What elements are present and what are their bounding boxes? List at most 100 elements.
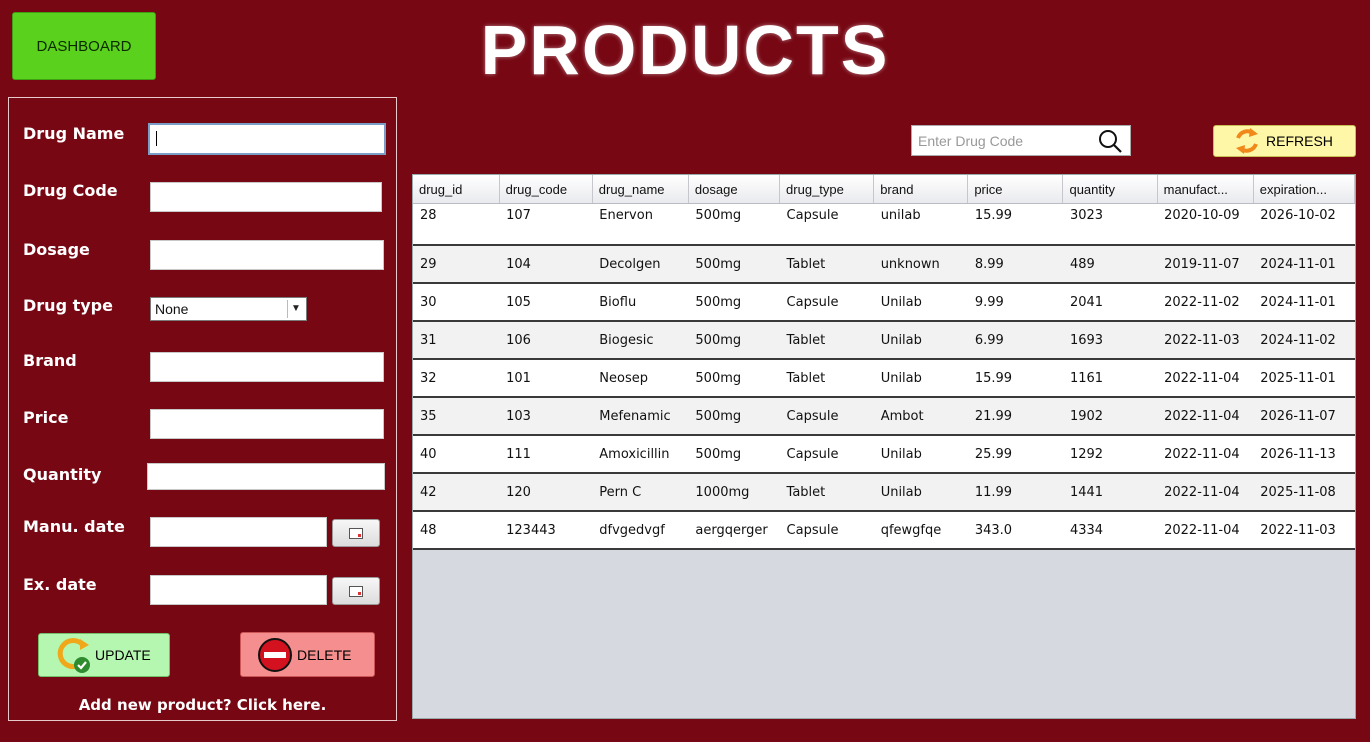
products-table[interactable]: drug_id drug_code drug_name dosage drug_type… xyxy=(412,174,1356,719)
table-header-row: drug_id drug_code drug_name dosage drug_type… xyxy=(413,175,1356,204)
table-cell: 120 xyxy=(499,473,593,512)
ex-date-input[interactable] xyxy=(150,575,327,605)
table-row[interactable]: 35 103 Mefenamic 500mg Capsule Ambot 21.99 1902… xyxy=(413,397,1355,436)
drug-name-input[interactable] xyxy=(148,123,386,155)
table-cell: Unilab xyxy=(873,283,968,322)
table-row[interactable]: 48 123443 dfvgedvgf aergqerger Capsule qfewgf… xyxy=(413,511,1355,550)
brand-input[interactable] xyxy=(150,352,384,382)
delete-button[interactable]: DELETE xyxy=(240,632,375,677)
table-cell: Ambot xyxy=(873,397,968,436)
column-header[interactable]: expiration... xyxy=(1253,175,1356,204)
update-button[interactable]: UPDATE xyxy=(38,633,170,677)
table-cell: 2022-11-04 xyxy=(1157,359,1254,398)
table-cell: 500mg xyxy=(688,283,780,322)
column-header[interactable]: manufact... xyxy=(1157,175,1254,204)
table-row[interactable]: 42 120 Pern C 1000mg Tablet Unilab 11.99 1441 20… xyxy=(413,473,1355,512)
table-cell: 2024-11-01 xyxy=(1253,245,1355,284)
table-cell: Pern C xyxy=(592,473,689,512)
table-cell: Capsule xyxy=(779,511,874,550)
table-cell: 2025-11-01 xyxy=(1253,359,1355,398)
table-row[interactable]: 31 106 Biogesic 500mg Tablet Unilab 6.99 1693 20… xyxy=(413,321,1355,360)
table-cell: unknown xyxy=(873,245,968,284)
quantity-input[interactable] xyxy=(147,463,385,490)
table-cell: Tablet xyxy=(779,359,874,398)
drug-code-input[interactable] xyxy=(150,182,382,212)
quantity-label: Quantity xyxy=(23,465,102,484)
table-cell: 2022-11-04 xyxy=(1157,473,1254,512)
column-header[interactable]: brand xyxy=(873,175,969,204)
table-cell: 105 xyxy=(499,283,593,322)
table-cell: 8.99 xyxy=(967,245,1063,284)
table-cell: 2022-11-03 xyxy=(1157,321,1254,360)
table-row[interactable]: 40 111 Amoxicillin 500mg Capsule Unilab 25.99 1… xyxy=(413,435,1355,474)
manu-date-picker-button[interactable] xyxy=(332,519,380,547)
table-cell: 489 xyxy=(1062,245,1158,284)
search-icon[interactable] xyxy=(1096,127,1124,155)
table-cell: 2026-11-07 xyxy=(1253,397,1355,436)
table-cell: 500mg xyxy=(688,359,780,398)
column-header[interactable]: drug_type xyxy=(779,175,875,204)
manu-date-input[interactable] xyxy=(150,517,327,547)
table-cell: Amoxicillin xyxy=(592,435,689,474)
table-cell: 28 xyxy=(413,203,500,246)
column-header[interactable]: drug_id xyxy=(413,175,500,204)
manu-date-label: Manu. date xyxy=(23,517,125,536)
table-cell: 107 xyxy=(499,203,593,246)
refresh-button-label: REFRESH xyxy=(1266,133,1333,149)
table-cell: unilab xyxy=(873,203,968,246)
table-cell: 2022-11-03 xyxy=(1253,511,1355,550)
table-cell: Capsule xyxy=(779,397,874,436)
refresh-button[interactable]: REFRESH xyxy=(1213,125,1356,157)
table-row[interactable]: 29 104 Decolgen 500mg Tablet unknown 8.99 489 20… xyxy=(413,245,1355,284)
drug-name-label: Drug Name xyxy=(23,124,125,143)
ex-date-picker-button[interactable] xyxy=(332,577,380,605)
no-entry-icon xyxy=(258,637,292,672)
refresh-check-icon xyxy=(57,638,90,673)
table-cell: Unilab xyxy=(873,321,968,360)
table-cell: 106 xyxy=(499,321,593,360)
page-title: PRODUCTS xyxy=(480,11,890,89)
table-cell: qfewgfqe xyxy=(873,511,968,550)
table-cell: 2026-10-02 xyxy=(1253,203,1355,246)
table-row[interactable]: 32 101 Neosep 500mg Tablet Unilab 15.99 1161 202… xyxy=(413,359,1355,398)
drug-type-select[interactable]: None ▼ xyxy=(150,297,307,321)
add-new-product-link[interactable]: Add new product? Click here. xyxy=(8,696,397,714)
dosage-input[interactable] xyxy=(150,240,384,270)
table-cell: 103 xyxy=(499,397,593,436)
dashboard-button[interactable]: DASHBOARD xyxy=(12,12,156,80)
table-cell: 15.99 xyxy=(967,203,1063,246)
table-cell: Capsule xyxy=(779,283,874,322)
column-header[interactable]: quantity xyxy=(1062,175,1158,204)
refresh-icon xyxy=(1236,128,1258,154)
table-cell: Capsule xyxy=(779,435,874,474)
column-header[interactable]: drug_name xyxy=(592,175,689,204)
table-cell: 343.0 xyxy=(967,511,1063,550)
column-header[interactable]: price xyxy=(967,175,1064,204)
table-cell: 500mg xyxy=(688,245,780,284)
drug-type-selected-value: None xyxy=(155,301,189,317)
table-cell: 15.99 xyxy=(967,359,1063,398)
table-cell: 104 xyxy=(499,245,593,284)
table-row[interactable]: 28 107 Enervon 500mg Capsule unilab 15.99 3023 2… xyxy=(413,203,1355,246)
ex-date-label: Ex. date xyxy=(23,575,97,594)
drug-code-label: Drug Code xyxy=(23,181,118,200)
table-row[interactable]: 30 105 Bioflu 500mg Capsule Unilab 9.99 2041 202… xyxy=(413,283,1355,322)
column-header[interactable]: drug_code xyxy=(499,175,593,204)
table-cell: 500mg xyxy=(688,435,780,474)
price-input[interactable] xyxy=(150,409,384,439)
table-cell: 2025-11-08 xyxy=(1253,473,1355,512)
update-button-label: UPDATE xyxy=(95,647,151,663)
table-cell: 1693 xyxy=(1062,321,1158,360)
table-cell: 500mg xyxy=(688,321,780,360)
table-cell: Unilab xyxy=(873,359,968,398)
dosage-label: Dosage xyxy=(23,240,90,259)
table-cell: 25.99 xyxy=(967,435,1063,474)
table-cell: 42 xyxy=(413,473,500,512)
delete-button-label: DELETE xyxy=(297,646,352,663)
column-header[interactable]: dosage xyxy=(688,175,781,204)
table-cell: Unilab xyxy=(873,435,968,474)
table-cell: 9.99 xyxy=(967,283,1063,322)
brand-label: Brand xyxy=(23,351,77,370)
table-cell: Enervon xyxy=(592,203,689,246)
chevron-down-icon[interactable]: ▼ xyxy=(287,300,304,318)
